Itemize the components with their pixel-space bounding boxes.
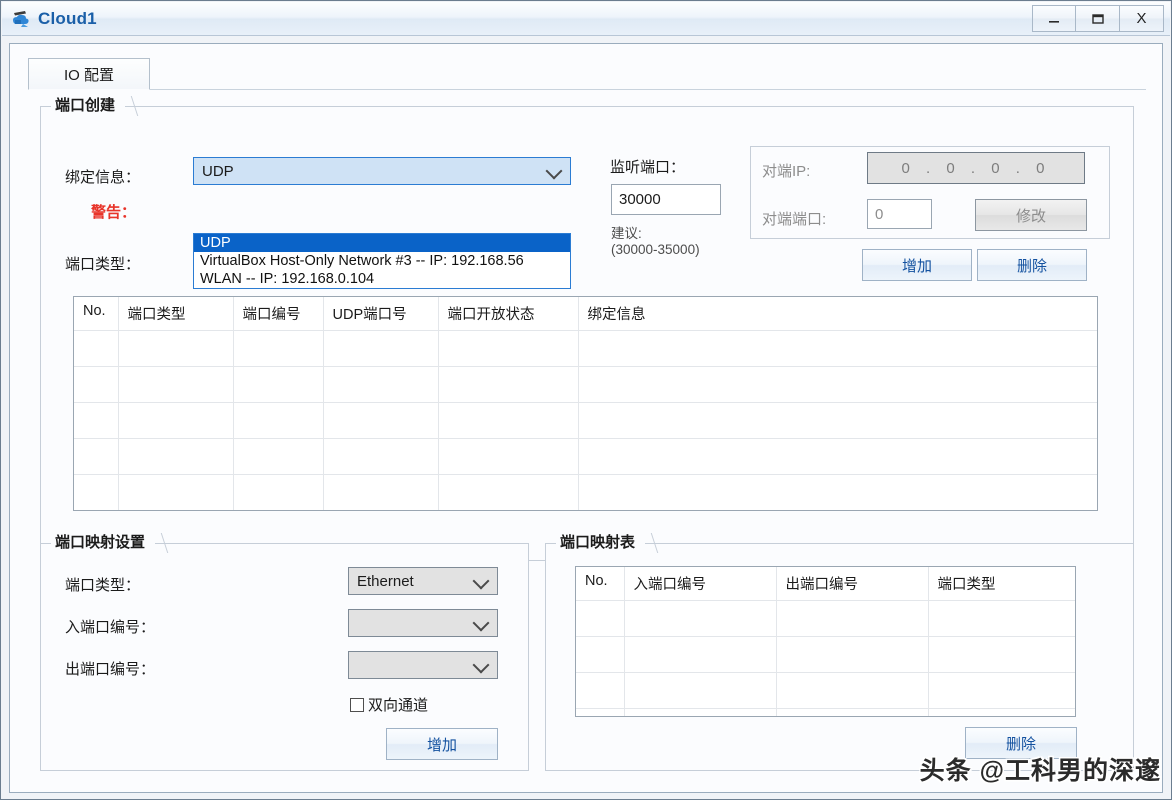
map-col-type: 端口类型: [928, 567, 1075, 601]
list-item[interactable]: [576, 709, 1075, 718]
map-table-header-row: No. 入端口编号 出端口编号 端口类型: [576, 567, 1075, 601]
dropdown-option-0[interactable]: UDP: [194, 234, 570, 252]
map-add-button[interactable]: 增加: [386, 728, 498, 760]
bidirectional-checkbox-label: 双向通道: [368, 694, 428, 715]
map-in-port-combo[interactable]: [348, 609, 498, 637]
window-controls: X: [1032, 5, 1164, 32]
dropdown-option-2[interactable]: WLAN -- IP: 192.168.0.104: [194, 270, 570, 288]
dropdown-option-1[interactable]: VirtualBox Host-Only Network #3 -- IP: 1…: [194, 252, 570, 270]
peer-port-value: 0: [875, 206, 883, 223]
port-col-no: No.: [74, 297, 118, 331]
binding-info-dropdown-list[interactable]: UDP VirtualBox Host-Only Network #3 -- I…: [193, 233, 571, 289]
port-table[interactable]: No. 端口类型 端口编号 UDP端口号 端口开放状态 绑定信息: [73, 296, 1098, 511]
port-col-binding: 绑定信息: [578, 297, 1097, 331]
port-map-table-title: 端口映射表: [556, 531, 645, 552]
listen-port-value: 30000: [619, 191, 661, 208]
map-out-port-combo[interactable]: [348, 651, 498, 679]
port-col-type: 端口类型: [118, 297, 233, 331]
map-col-in-port: 入端口编号: [624, 567, 776, 601]
table-row[interactable]: [74, 475, 1097, 511]
peer-port-input[interactable]: 0: [867, 199, 932, 229]
map-port-type-label: 端口类型：: [65, 574, 140, 595]
maximize-button[interactable]: [1076, 5, 1120, 32]
port-map-settings-title: 端口映射设置: [51, 531, 155, 552]
port-table-grid: No. 端口类型 端口编号 UDP端口号 端口开放状态 绑定信息: [74, 297, 1097, 510]
cloud-network-icon: [10, 8, 32, 30]
port-col-open-state: 端口开放状态: [438, 297, 578, 331]
modify-button[interactable]: 修改: [975, 199, 1087, 231]
peer-ip-label: 对端IP:: [762, 160, 810, 181]
map-table[interactable]: No. 入端口编号 出端口编号 端口类型: [575, 566, 1076, 717]
port-type-label: 端口类型：: [65, 253, 140, 274]
close-button[interactable]: X: [1120, 5, 1164, 32]
add-port-button[interactable]: 增加: [862, 249, 972, 281]
list-item[interactable]: [576, 673, 1075, 709]
bidirectional-checkbox[interactable]: 双向通道: [350, 694, 428, 715]
map-col-out-port: 出端口编号: [776, 567, 928, 601]
checkbox-box: [350, 698, 364, 712]
window-title: Cloud1: [38, 9, 97, 29]
peer-ip-value: 0 . 0 . 0 . 0: [902, 160, 1051, 177]
chevron-down-icon: [473, 657, 490, 674]
tab-underline: [150, 89, 1146, 90]
chevron-down-icon: [546, 163, 563, 180]
chevron-down-icon: [473, 615, 490, 632]
binding-info-combo[interactable]: UDP: [193, 157, 571, 185]
tab-io-config[interactable]: IO 配置: [28, 58, 150, 90]
listen-port-input[interactable]: 30000: [611, 184, 721, 215]
map-table-grid: No. 入端口编号 出端口编号 端口类型: [576, 567, 1075, 717]
list-item[interactable]: [576, 637, 1075, 673]
title-bar[interactable]: Cloud1 X: [2, 2, 1170, 36]
minimize-button[interactable]: [1032, 5, 1076, 32]
map-port-type-combo[interactable]: Ethernet: [348, 567, 498, 595]
warning-label: 警告：: [91, 201, 136, 222]
client-area: IO 配置 端口创建 绑定信息： UDP 警告： 端口类型： Ethernet …: [9, 43, 1163, 793]
table-row[interactable]: [74, 439, 1097, 475]
binding-info-value: UDP: [202, 163, 234, 180]
port-table-header-row: No. 端口类型 端口编号 UDP端口号 端口开放状态 绑定信息: [74, 297, 1097, 331]
map-in-port-label: 入端口编号：: [65, 616, 155, 637]
chevron-down-icon: [473, 573, 490, 590]
table-row[interactable]: [74, 331, 1097, 367]
delete-port-button[interactable]: 删除: [977, 249, 1087, 281]
suggest-range: (30000-35000): [611, 242, 700, 257]
map-col-no: No.: [576, 567, 624, 601]
port-col-number: 端口编号: [233, 297, 323, 331]
suggest-label: 建议:: [611, 222, 642, 242]
map-out-port-label: 出端口编号：: [65, 658, 155, 679]
listen-port-label: 监听端口：: [610, 156, 685, 177]
port-create-group-title: 端口创建: [51, 94, 125, 115]
table-row[interactable]: [74, 367, 1097, 403]
peer-ip-input[interactable]: 0 . 0 . 0 . 0: [867, 152, 1085, 184]
map-port-type-value: Ethernet: [357, 573, 414, 590]
table-row[interactable]: [74, 403, 1097, 439]
port-table-body: [74, 331, 1097, 511]
tab-strip: IO 配置: [28, 58, 1146, 90]
port-col-udp-port: UDP端口号: [323, 297, 438, 331]
binding-info-label: 绑定信息：: [65, 166, 140, 187]
map-table-body: [576, 601, 1075, 718]
peer-port-label: 对端端口:: [762, 208, 826, 229]
list-item[interactable]: [576, 601, 1075, 637]
watermark-text: 头条 @工科男的深邃: [920, 751, 1161, 787]
application-window: Cloud1 X IO 配置 端口创建 绑定信息：: [0, 0, 1172, 800]
